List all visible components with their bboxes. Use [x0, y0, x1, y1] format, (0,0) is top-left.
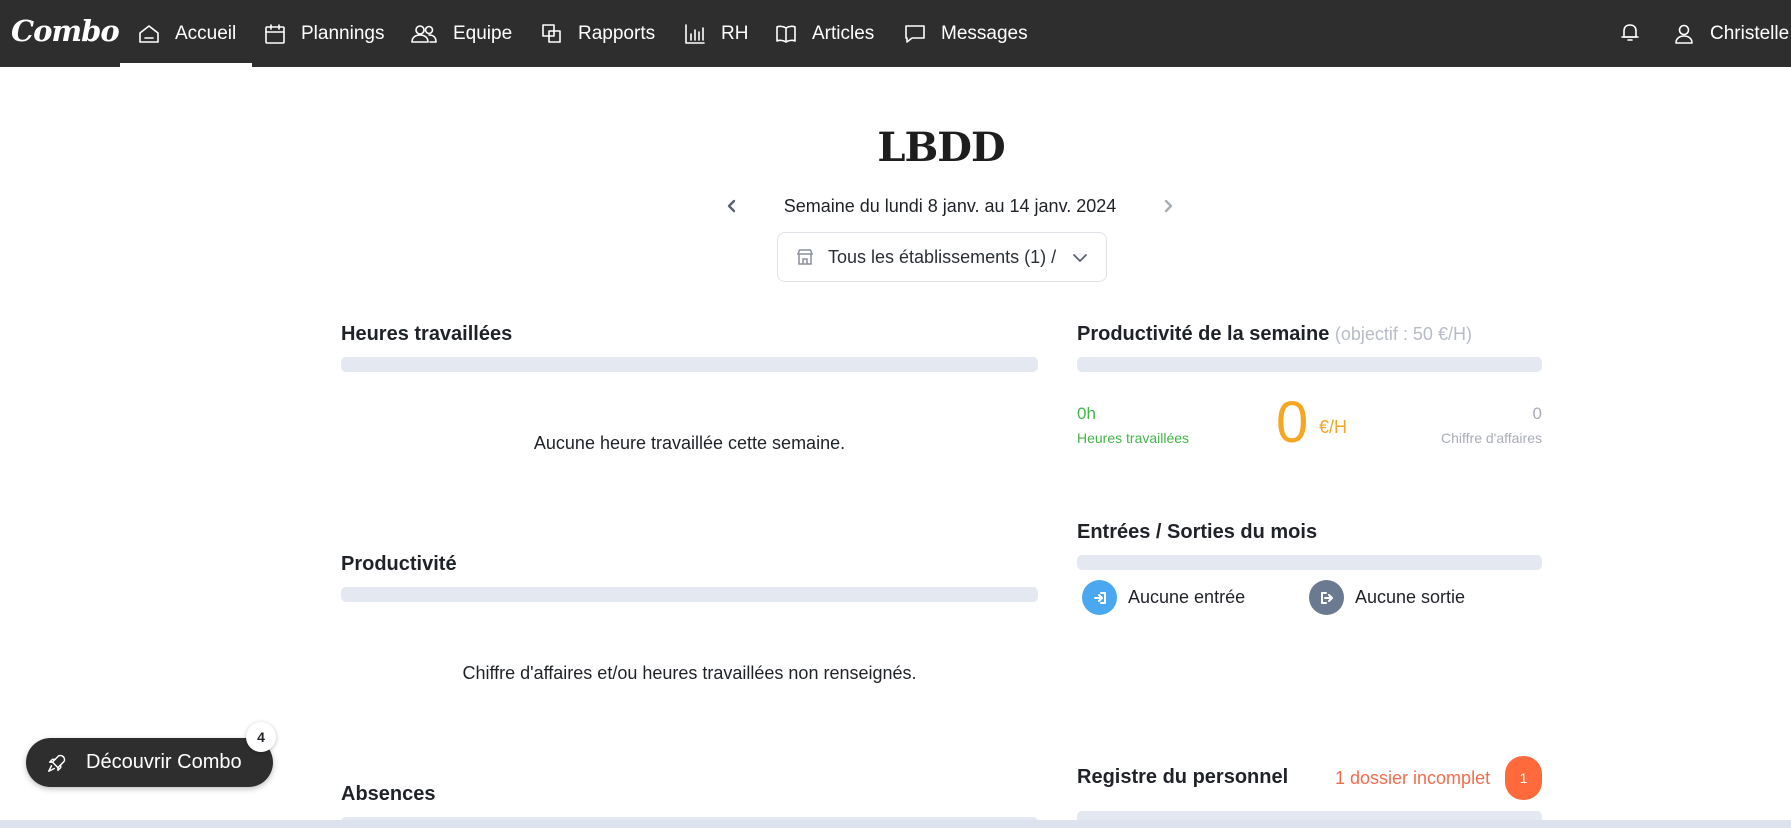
exits-summary: Aucune sortie	[1309, 580, 1465, 615]
discover-count-badge: 4	[246, 722, 276, 752]
calendar-icon	[265, 23, 285, 44]
week-label: Semaine du lundi 8 janv. au 14 janv. 202…	[783, 195, 1117, 216]
next-week-button[interactable]	[1156, 194, 1180, 218]
incomplete-count-badge: 1	[1505, 756, 1542, 800]
revenue-value: 0	[1532, 404, 1542, 423]
exits-label: Aucune sortie	[1355, 587, 1466, 607]
message-icon	[905, 24, 925, 43]
week-productivity-title-text: Productivité de la semaine	[1077, 323, 1330, 345]
nav-item-articles[interactable]: Articles	[774, 0, 874, 67]
rocket-icon	[48, 754, 66, 772]
nav-item-label: Articles	[812, 22, 875, 44]
week-productivity-bar	[1077, 357, 1542, 372]
bottom-scroll-edge	[0, 820, 1791, 828]
nav-item-rapports[interactable]: Rapports	[540, 0, 655, 67]
entries-exits-bar	[1077, 555, 1542, 570]
sign-in-icon	[1082, 580, 1117, 615]
combo-logo[interactable]: Combo	[11, 14, 120, 48]
productivity-objective: (objectif : 50 €/H)	[1334, 324, 1472, 344]
bell-icon	[1621, 24, 1639, 41]
revenue-label: Chiffre d'affaires	[1441, 430, 1542, 446]
absences-title: Absences	[341, 783, 436, 805]
entries-summary: Aucune entrée	[1082, 580, 1245, 615]
nav-item-rh[interactable]: RH	[683, 0, 748, 67]
chevron-left-icon	[727, 199, 736, 213]
nav-item-messages[interactable]: Messages	[903, 0, 1028, 67]
week-navigator: Semaine du lundi 8 janv. au 14 janv. 202…	[720, 191, 1180, 221]
hours-worked-label: Heures travaillées	[1077, 430, 1190, 446]
productivity-bar	[341, 587, 1038, 602]
discover-combo-label: Découvrir Combo	[86, 751, 242, 773]
nav-item-equipe[interactable]: Equipe	[409, 0, 512, 67]
productivity-value: 0	[1276, 390, 1309, 455]
discover-combo-button[interactable]: Découvrir Combo	[26, 738, 273, 787]
productivity-empty-text: Chiffre d'affaires et/ou heures travaill…	[462, 663, 917, 683]
incomplete-file-link[interactable]: 1 dossier incomplet	[1335, 768, 1490, 789]
hours-worked-title: Heures travaillées	[341, 323, 513, 345]
week-productivity-title: Productivité de la semaine (objectif : 5…	[1077, 323, 1472, 346]
home-icon	[139, 24, 159, 43]
notifications-button[interactable]	[1618, 20, 1644, 46]
user-icon	[1675, 24, 1693, 44]
previous-week-button[interactable]	[720, 194, 744, 218]
hours-worked-bar	[341, 357, 1038, 372]
productivity-unit: €/H	[1319, 417, 1348, 437]
establishments-select[interactable]: Tous les établissements (1) /	[777, 232, 1107, 282]
user-menu[interactable]: Christelle	[1672, 0, 1789, 67]
bar-chart-icon	[685, 23, 705, 44]
entries-label: Aucune entrée	[1128, 587, 1246, 607]
nav-item-plannings[interactable]: Plannings	[263, 0, 384, 67]
user-name: Christelle	[1710, 22, 1790, 44]
hours-worked-value: 0h	[1077, 404, 1096, 423]
book-icon	[776, 25, 796, 43]
team-icon	[411, 24, 437, 43]
chevron-down-icon	[1073, 254, 1087, 262]
store-icon	[796, 249, 814, 265]
establishments-select-value: Tous les établissements (1) /	[828, 246, 1057, 267]
staff-registry-title: Registre du personnel	[1077, 766, 1289, 788]
nav-item-label: Rapports	[578, 22, 656, 44]
top-navigation-bar: Combo Accueil Plannings Equipe Rapports …	[0, 0, 1791, 67]
chevron-right-icon	[1164, 199, 1173, 213]
nav-item-accueil[interactable]: Accueil	[120, 0, 253, 67]
hours-worked-empty-text: Aucune heure travaillée cette semaine.	[533, 433, 846, 453]
company-title: LBDD	[877, 124, 1005, 171]
nav-item-label: Messages	[941, 22, 1028, 44]
sign-out-icon	[1309, 580, 1344, 615]
nav-item-label: Equipe	[453, 22, 513, 44]
nav-item-label: Accueil	[175, 22, 237, 44]
productivity-title: Productivité	[341, 553, 457, 575]
entries-exits-title: Entrées / Sorties du mois	[1077, 521, 1318, 543]
nav-item-label: RH	[721, 22, 749, 44]
nav-item-label: Plannings	[301, 22, 385, 44]
reports-icon	[542, 23, 561, 43]
